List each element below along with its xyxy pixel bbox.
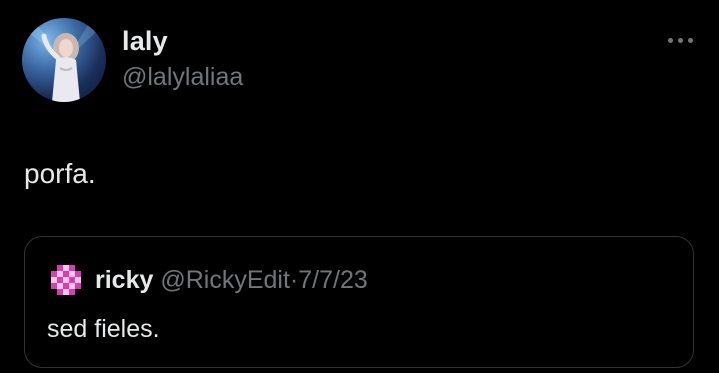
author-avatar[interactable] — [22, 18, 106, 102]
quoted-author-display-name[interactable]: ricky — [95, 266, 153, 294]
ellipsis-icon — [677, 37, 683, 43]
tweet-card: laly @lalylaliaa porfa. ricky @RickyEdit… — [0, 0, 719, 373]
author-handle[interactable]: @lalylaliaa — [122, 63, 243, 92]
ellipsis-icon — [667, 37, 673, 43]
quoted-tweet-text: sed fieles. — [47, 315, 160, 343]
quoted-author-handle[interactable]: @RickyEdit — [160, 266, 290, 294]
pink-checkered-avatar-icon[interactable] — [47, 261, 87, 301]
author-display-name[interactable]: laly — [122, 26, 168, 57]
quoted-tweet-date[interactable]: 7/7/23 — [298, 266, 368, 294]
ellipsis-icon — [687, 37, 693, 43]
profile-photo-icon — [22, 18, 106, 102]
meta-separator: · — [289, 266, 299, 294]
quoted-tweet-header: ricky @RickyEdit·7/7/23 — [95, 266, 368, 295]
quoted-tweet-card[interactable]: ricky @RickyEdit·7/7/23 sed fieles. — [24, 236, 694, 368]
more-options-button[interactable] — [660, 30, 700, 50]
tweet-text: porfa. — [24, 158, 96, 189]
